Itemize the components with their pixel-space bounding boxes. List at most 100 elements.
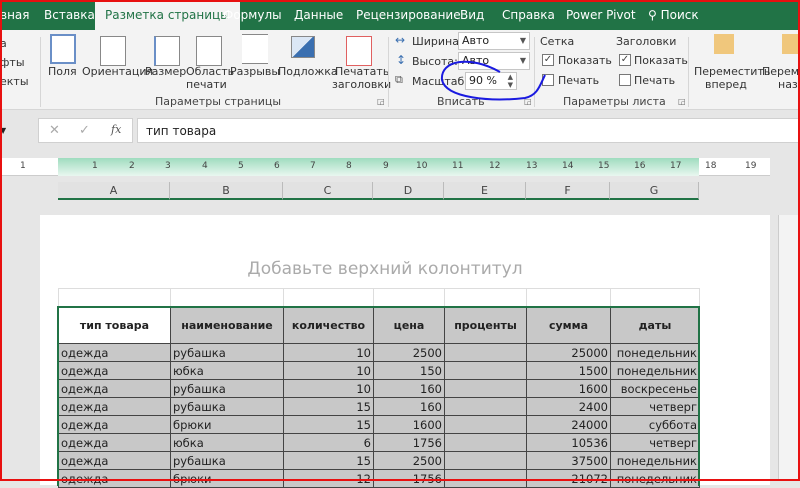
tab-power-pivot[interactable]: Power Pivot <box>566 0 636 30</box>
table-cell[interactable]: 1600 <box>526 379 611 398</box>
table-cell[interactable]: суббота <box>610 415 700 434</box>
cell[interactable] <box>526 288 611 307</box>
column-header-g[interactable]: G <box>610 182 699 200</box>
tab-review[interactable]: Рецензирование <box>356 0 461 30</box>
table-cell[interactable]: 150 <box>373 361 445 380</box>
headings-print-checkbox[interactable] <box>619 74 631 86</box>
themes-effects[interactable]: екты <box>0 75 29 88</box>
column-header-a[interactable]: A <box>58 182 170 200</box>
table-cell[interactable] <box>444 415 527 434</box>
vertical-scrollbar[interactable] <box>778 215 800 481</box>
themes-fonts[interactable]: фты <box>0 56 25 69</box>
table-cell[interactable]: одежда <box>58 379 171 398</box>
column-header-f[interactable]: F <box>526 182 610 200</box>
table-cell[interactable]: 1756 <box>373 469 445 488</box>
table-cell[interactable] <box>444 361 527 380</box>
table-cell[interactable]: 160 <box>373 379 445 398</box>
header-cell[interactable]: проценты <box>444 306 527 344</box>
table-cell[interactable]: 15 <box>283 415 374 434</box>
cell[interactable] <box>170 288 284 307</box>
name-box-dropdown[interactable]: ▼ <box>0 126 6 135</box>
table-cell[interactable]: 1600 <box>373 415 445 434</box>
header-cell[interactable]: тип товара <box>58 306 171 344</box>
themes-colors[interactable]: а <box>0 37 7 50</box>
table-cell[interactable]: рубашка <box>170 379 284 398</box>
table-cell[interactable] <box>444 451 527 470</box>
table-cell[interactable]: понедельник <box>610 451 700 470</box>
cell[interactable] <box>444 288 527 307</box>
table-cell[interactable]: брюки <box>170 415 284 434</box>
table-cell[interactable]: 6 <box>283 433 374 452</box>
table-cell[interactable]: 10 <box>283 361 374 380</box>
table-cell[interactable]: понедельник <box>610 469 700 488</box>
tab-view[interactable]: Вид <box>460 0 484 30</box>
table-cell[interactable]: юбка <box>170 433 284 452</box>
cell[interactable] <box>283 288 374 307</box>
table-cell[interactable]: рубашка <box>170 451 284 470</box>
table-cell[interactable]: понедельник <box>610 361 700 380</box>
header-placeholder[interactable]: Добавьте верхний колонтитул <box>0 259 770 279</box>
table-cell[interactable]: 2500 <box>373 451 445 470</box>
table-cell[interactable]: одежда <box>58 343 171 362</box>
tab-formulas[interactable]: Формулы <box>223 0 282 30</box>
table-cell[interactable]: одежда <box>58 361 171 380</box>
table-cell[interactable]: 2400 <box>526 397 611 416</box>
header-cell[interactable]: цена <box>373 306 445 344</box>
header-cell[interactable]: сумма <box>526 306 611 344</box>
enter-icon[interactable]: ✓ <box>79 123 90 138</box>
insert-function-icon[interactable]: fx <box>111 123 121 136</box>
table-cell[interactable]: 12 <box>283 469 374 488</box>
column-header-e[interactable]: E <box>444 182 526 200</box>
table-cell[interactable] <box>444 397 527 416</box>
tab-home[interactable]: вная <box>0 0 30 30</box>
table-cell[interactable]: брюки <box>170 469 284 488</box>
table-cell[interactable]: 2500 <box>373 343 445 362</box>
table-cell[interactable]: 10 <box>283 379 374 398</box>
header-cell[interactable]: количество <box>283 306 374 344</box>
table-cell[interactable] <box>444 379 527 398</box>
tab-help[interactable]: Справка <box>502 0 555 30</box>
cancel-icon[interactable]: ✕ <box>49 123 60 138</box>
table-cell[interactable]: рубашка <box>170 343 284 362</box>
column-header-b[interactable]: B <box>170 182 283 200</box>
table-cell[interactable]: одежда <box>58 397 171 416</box>
table-cell[interactable]: рубашка <box>170 397 284 416</box>
table-cell[interactable]: понедельник <box>610 343 700 362</box>
table-cell[interactable]: 15 <box>283 397 374 416</box>
table-cell[interactable]: 10536 <box>526 433 611 452</box>
table-cell[interactable]: одежда <box>58 451 171 470</box>
table-cell[interactable]: 21072 <box>526 469 611 488</box>
table-cell[interactable]: 25000 <box>526 343 611 362</box>
table-cell[interactable]: 160 <box>373 397 445 416</box>
formula-input[interactable]: тип товара <box>137 118 800 143</box>
headings-show-checkbox[interactable]: ✓ <box>619 54 631 66</box>
table-cell[interactable]: 37500 <box>526 451 611 470</box>
tab-page-layout[interactable]: Разметка страницы <box>95 2 240 30</box>
table-cell[interactable]: юбка <box>170 361 284 380</box>
table-cell[interactable] <box>444 433 527 452</box>
table-cell[interactable]: 24000 <box>526 415 611 434</box>
table-cell[interactable]: 10 <box>283 343 374 362</box>
cell[interactable] <box>58 288 171 307</box>
table-cell[interactable]: одежда <box>58 469 171 488</box>
table-cell[interactable] <box>444 469 527 488</box>
dialog-launcher-icon[interactable]: ◲ <box>377 97 385 106</box>
search-tab[interactable]: ⚲ Поиск <box>648 0 699 30</box>
header-cell[interactable]: наименование <box>170 306 284 344</box>
column-header-c[interactable]: C <box>283 182 373 200</box>
width-select[interactable]: Авто ▼ <box>458 32 530 50</box>
table-cell[interactable]: одежда <box>58 433 171 452</box>
table-cell[interactable]: 1756 <box>373 433 445 452</box>
table-cell[interactable]: 15 <box>283 451 374 470</box>
tab-data[interactable]: Данные <box>294 0 343 30</box>
table-cell[interactable]: четверг <box>610 433 700 452</box>
cell[interactable] <box>373 288 445 307</box>
table-cell[interactable]: воскресенье <box>610 379 700 398</box>
table-cell[interactable]: одежда <box>58 415 171 434</box>
table-cell[interactable]: 1500 <box>526 361 611 380</box>
dialog-launcher-icon[interactable]: ◲ <box>678 97 686 106</box>
table-cell[interactable] <box>444 343 527 362</box>
column-header-d[interactable]: D <box>373 182 444 200</box>
cell[interactable] <box>610 288 700 307</box>
table-cell[interactable]: четверг <box>610 397 700 416</box>
